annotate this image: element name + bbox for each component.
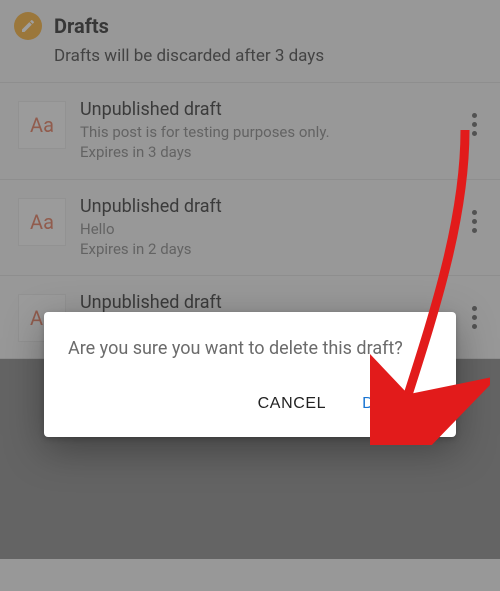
delete-confirm-dialog: Are you sure you want to delete this dra… [44, 312, 456, 437]
modal-scrim[interactable] [0, 0, 500, 591]
dialog-actions: CANCEL DELETE [68, 389, 432, 427]
cancel-button[interactable]: CANCEL [254, 389, 331, 419]
dialog-message: Are you sure you want to delete this dra… [68, 336, 432, 361]
drafts-screen: Drafts Drafts will be discarded after 3 … [0, 0, 500, 591]
delete-button[interactable]: DELETE [358, 389, 432, 419]
